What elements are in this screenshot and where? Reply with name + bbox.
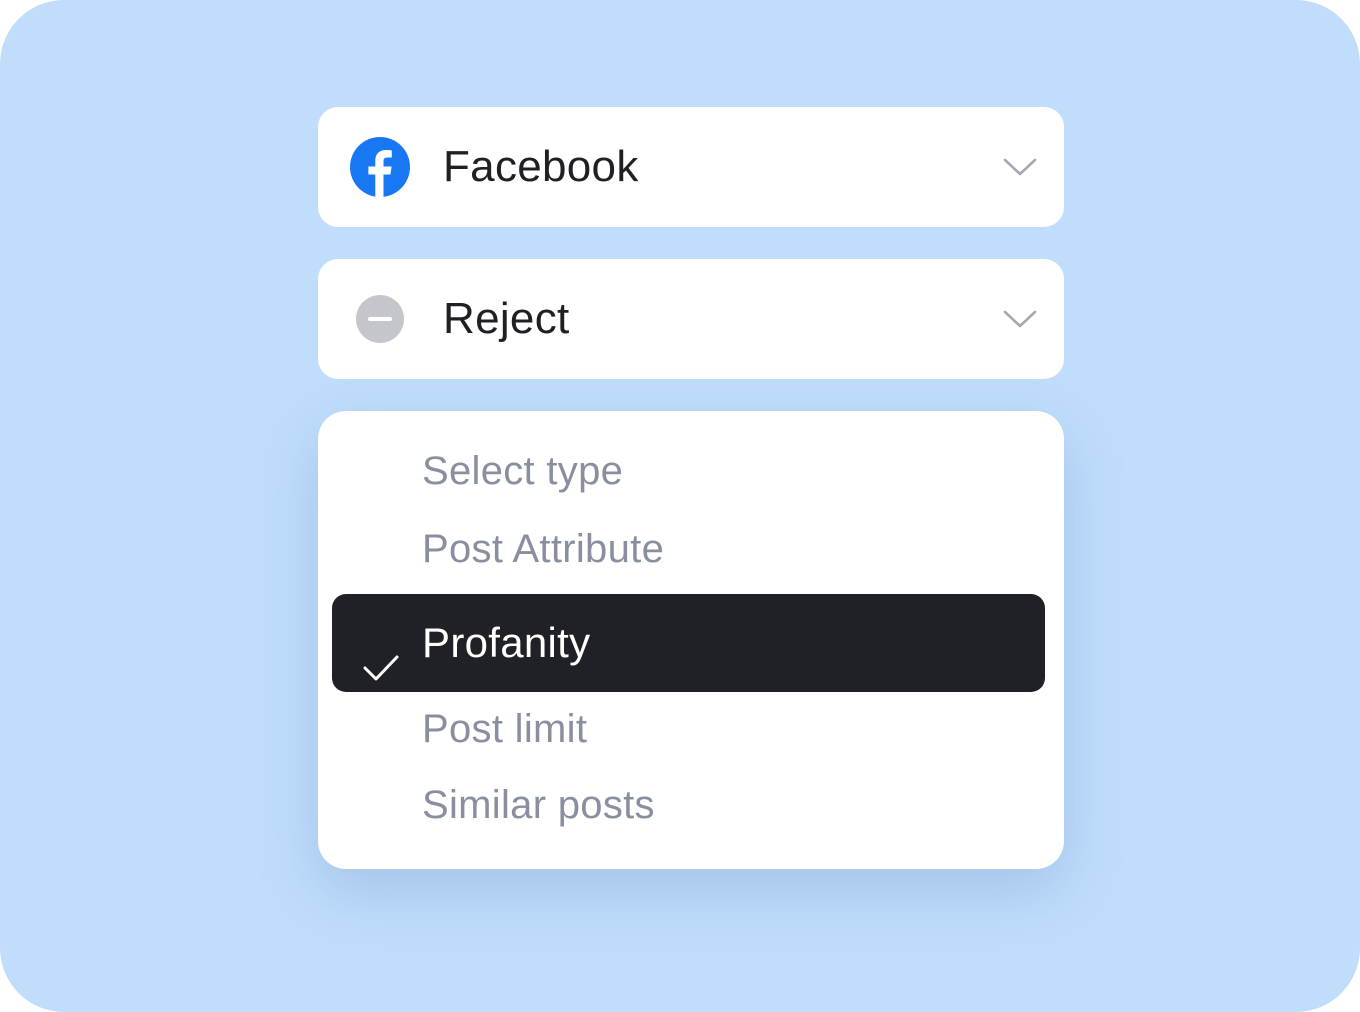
minus-circle-icon xyxy=(350,289,410,349)
platform-select-label: Facebook xyxy=(443,142,639,191)
action-select[interactable]: Reject xyxy=(318,259,1064,379)
option-profanity-selected[interactable]: Profanity xyxy=(332,594,1045,692)
chevron-down-icon[interactable] xyxy=(1002,151,1038,181)
option-select-type[interactable]: Select type xyxy=(332,446,1045,496)
option-post-limit[interactable]: Post limit xyxy=(332,704,1045,754)
app-canvas: Facebook Reject Select type Post Attribu… xyxy=(0,0,1360,1012)
facebook-icon xyxy=(350,137,410,197)
platform-select[interactable]: Facebook xyxy=(318,107,1064,227)
check-icon xyxy=(362,624,400,681)
action-select-label: Reject xyxy=(443,294,570,343)
option-post-attribute[interactable]: Post Attribute xyxy=(332,524,1045,574)
option-similar-posts[interactable]: Similar posts xyxy=(332,780,1045,830)
type-dropdown-menu: Select type Post Attribute Profanity Pos… xyxy=(318,411,1064,869)
chevron-down-icon[interactable] xyxy=(1002,303,1038,333)
option-profanity-label: Profanity xyxy=(422,619,591,666)
